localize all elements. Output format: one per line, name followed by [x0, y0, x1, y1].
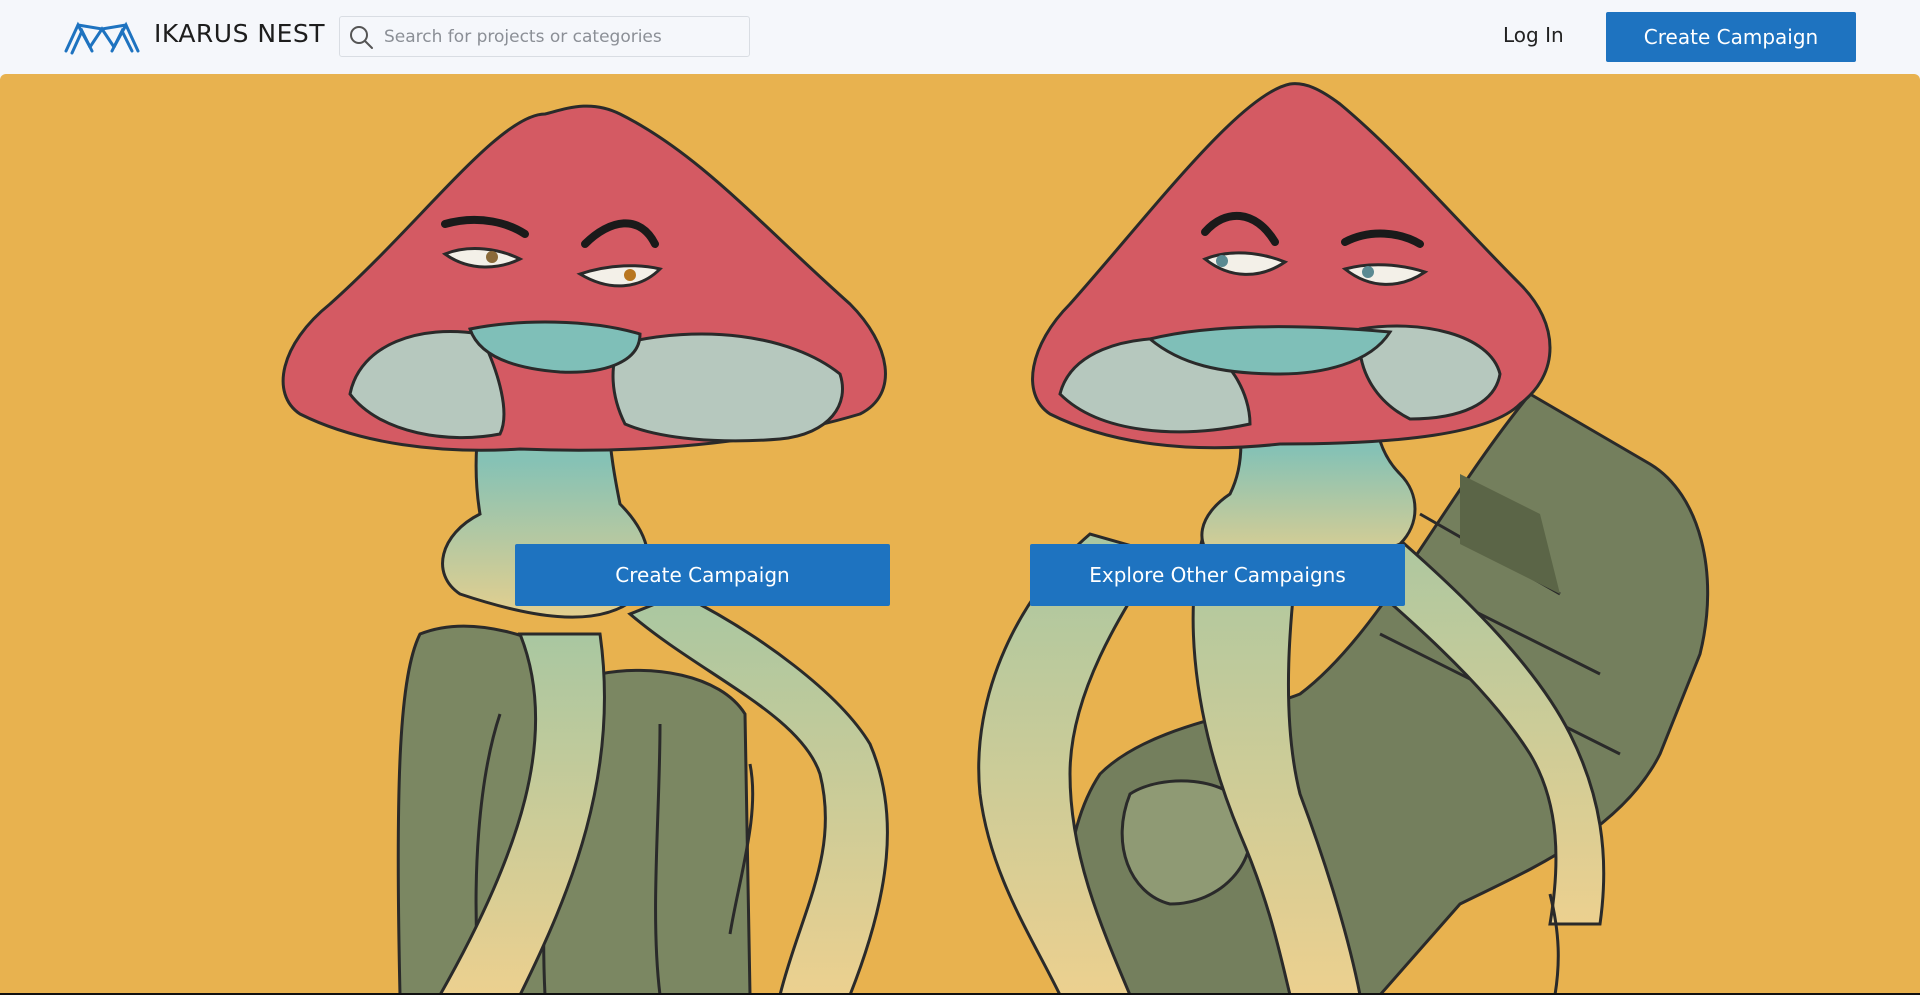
top-navigation-bar: IKARUS NEST Log In Create Campaign: [0, 0, 1920, 74]
ikarus-logo-icon[interactable]: [64, 17, 140, 55]
hero-illustration: [281, 82, 1710, 995]
search-bar[interactable]: [339, 16, 750, 57]
create-campaign-button[interactable]: Create Campaign: [1606, 12, 1856, 62]
explore-campaigns-button[interactable]: Explore Other Campaigns: [1030, 544, 1405, 606]
hero-create-campaign-button[interactable]: Create Campaign: [515, 544, 890, 606]
brand-name[interactable]: IKARUS NEST: [154, 19, 325, 48]
search-icon: [350, 25, 373, 49]
hero-banner: Create Campaign Explore Other Campaigns: [0, 74, 1920, 995]
login-link[interactable]: Log In: [1503, 23, 1564, 47]
search-input[interactable]: [382, 25, 726, 48]
